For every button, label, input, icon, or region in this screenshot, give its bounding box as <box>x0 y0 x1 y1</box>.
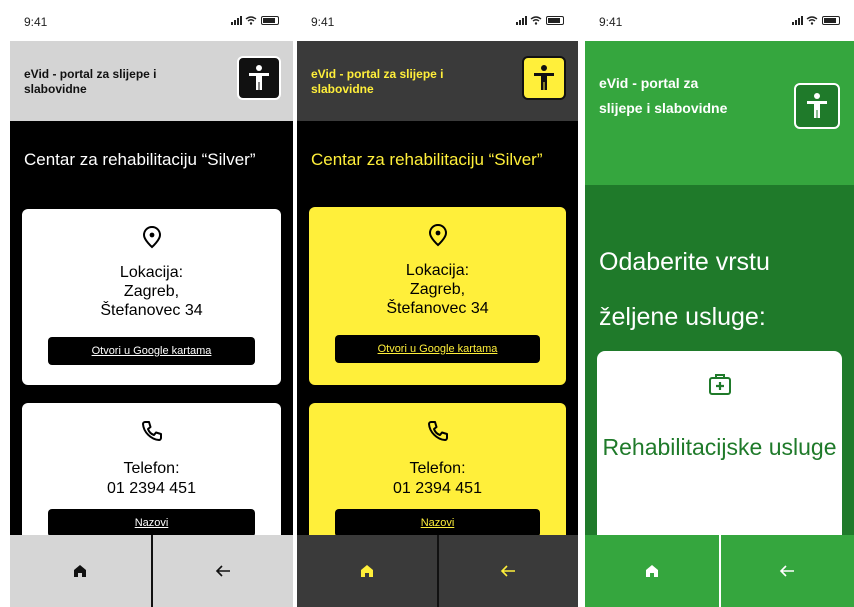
phone-label: Telefon: <box>123 460 180 477</box>
map-pin-icon <box>22 225 281 249</box>
content-area: Centar za rehabilitaciju “Silver” Lokaci… <box>10 121 293 535</box>
accessibility-button[interactable] <box>794 83 840 129</box>
service-card-rehabilitation[interactable]: Rehabilitacijske usluge <box>597 351 842 535</box>
home-icon <box>74 565 87 577</box>
call-button[interactable]: Nazovi <box>48 509 255 535</box>
back-arrow-icon <box>501 565 516 577</box>
status-icons <box>792 16 840 25</box>
status-time: 9:41 <box>24 15 48 29</box>
location-card: Lokacija: Zagreb, Štefanovec 34 Otvori u… <box>309 207 566 385</box>
wifi-icon <box>530 16 542 25</box>
status-time: 9:41 <box>311 15 335 29</box>
location-address: Štefanovec 34 <box>386 300 489 317</box>
accessibility-button[interactable] <box>522 56 566 100</box>
app-title: eVid - portal za slijepe i slabovidne <box>24 67 157 96</box>
status-time: 9:41 <box>599 15 623 29</box>
bottom-nav <box>297 535 578 607</box>
signal-icon <box>516 16 527 25</box>
status-bar: 9:41 <box>585 0 854 41</box>
call-button[interactable]: Nazovi <box>335 509 540 535</box>
content-title: Odaberite vrstu željene usluge: <box>599 248 770 331</box>
phone-icon <box>309 419 566 443</box>
status-bar: 9:41 <box>297 0 578 41</box>
open-maps-button[interactable]: Otvori u Google kartama <box>48 337 255 365</box>
accessibility-button[interactable] <box>237 56 281 100</box>
map-pin-icon <box>309 223 566 247</box>
app-header: eVid - portal za slijepe i slabovidne <box>297 41 578 121</box>
home-button[interactable] <box>10 535 151 607</box>
back-button[interactable] <box>436 535 579 607</box>
service-label: Rehabilitacijske usluge <box>602 434 837 460</box>
home-button[interactable] <box>585 535 719 607</box>
content-title: Centar za rehabilitaciju “Silver” <box>24 150 256 169</box>
content-area: Centar za rehabilitaciju “Silver” Lokaci… <box>297 121 578 535</box>
app-header: eVid - portal za slijepe i slabovidne <box>585 41 854 185</box>
phone-label: Telefon: <box>409 460 466 477</box>
home-icon <box>360 565 373 577</box>
accessibility-icon <box>807 93 827 118</box>
phone-number: 01 2394 451 <box>107 480 196 497</box>
open-maps-button[interactable]: Otvori u Google kartama <box>335 335 540 363</box>
accessibility-icon <box>534 65 554 90</box>
location-address: Štefanovec 34 <box>100 302 203 319</box>
bottom-nav <box>10 535 293 607</box>
phone-screen-high-contrast: 9:41 eVid - portal za slijepe i slabovid… <box>297 0 578 607</box>
content-title: Centar za rehabilitaciju “Silver” <box>311 150 543 169</box>
wifi-icon <box>806 16 818 25</box>
content-area: Odaberite vrstu željene usluge: Rehabili… <box>585 185 854 535</box>
phone-number: 01 2394 451 <box>393 480 482 497</box>
home-icon <box>645 565 658 577</box>
bottom-nav <box>585 535 854 607</box>
first-aid-kit-icon <box>597 371 842 397</box>
back-button[interactable] <box>718 535 854 607</box>
signal-icon <box>231 16 242 25</box>
status-bar: 9:41 <box>10 0 293 41</box>
wifi-icon <box>245 16 257 25</box>
app-header: eVid - portal za slijepe i slabovidne <box>10 41 293 121</box>
phone-screen-standard: 9:41 eVid - portal za slijepe i slabovid… <box>10 0 293 607</box>
signal-icon <box>792 16 803 25</box>
location-label: Lokacija: <box>119 264 184 281</box>
location-label: Lokacija: <box>405 262 470 279</box>
battery-icon <box>822 16 840 25</box>
phone-icon <box>22 419 281 443</box>
status-icons <box>231 16 279 25</box>
back-button[interactable] <box>150 535 294 607</box>
battery-icon <box>546 16 564 25</box>
back-arrow-icon <box>780 565 795 577</box>
status-icons <box>516 16 564 25</box>
back-arrow-icon <box>215 565 230 577</box>
battery-icon <box>261 16 279 25</box>
accessibility-icon <box>249 65 269 90</box>
phone-card: Telefon: 01 2394 451 Nazovi <box>309 403 566 535</box>
app-title: eVid - portal za slijepe i slabovidne <box>311 67 444 96</box>
app-title: eVid - portal za slijepe i slabovidne <box>599 75 728 116</box>
phone-screen-green: 9:41 eVid - portal za slijepe i slabovid… <box>585 0 854 607</box>
home-button[interactable] <box>297 535 437 607</box>
location-card: Lokacija: Zagreb, Štefanovec 34 Otvori u… <box>22 209 281 385</box>
phone-card: Telefon: 01 2394 451 Nazovi <box>22 403 281 535</box>
location-city: Zagreb, <box>123 283 180 300</box>
location-city: Zagreb, <box>409 281 466 298</box>
